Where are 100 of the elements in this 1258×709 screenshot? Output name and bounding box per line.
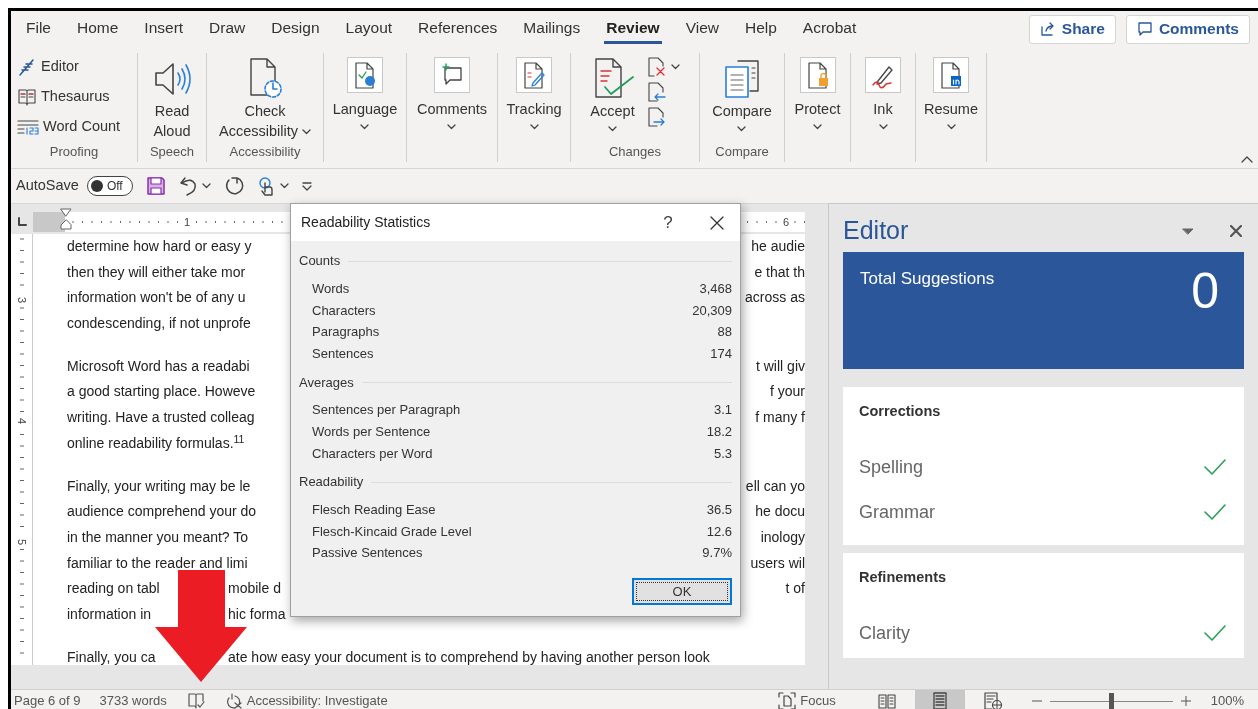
- suggestions-card[interactable]: Total Suggestions 0: [843, 252, 1244, 369]
- category-label: Grammar: [859, 500, 935, 524]
- document-text: across as: [745, 288, 805, 308]
- ribbon-button[interactable]: Thesaurus: [17, 84, 137, 109]
- document-text: ate how easy your document is to comprehend by having another person look: [228, 647, 710, 665]
- collapse-ribbon-button[interactable]: [1240, 154, 1254, 164]
- focus-button[interactable]: Focus: [778, 691, 836, 709]
- chevron-up-icon: [1241, 155, 1253, 163]
- toolbar-button[interactable]: [300, 180, 313, 192]
- word-count[interactable]: 3733 words: [99, 691, 167, 709]
- speech-bubble-icon: [1136, 21, 1153, 37]
- ribbon-tab[interactable]: Acrobat: [800, 14, 859, 44]
- ribbon-button[interactable]: Protect: [794, 53, 841, 130]
- ribbon-button[interactable]: Tracking: [506, 53, 562, 130]
- autosave-label: AutoSave: [16, 176, 79, 196]
- ribbon-button[interactable]: Ink: [865, 53, 901, 130]
- ribbon-tab[interactable]: Home: [75, 14, 121, 44]
- toolbar-button[interactable]: [256, 175, 289, 197]
- ribbon-button[interactable]: Compare: [712, 53, 772, 132]
- view-button[interactable]: [914, 689, 965, 709]
- category-row[interactable]: Spelling: [859, 444, 1228, 490]
- ribbon-button[interactable]: Resume: [924, 53, 978, 130]
- tab-stop-icon: [17, 217, 27, 227]
- document-text: audience comprehend your do: [67, 502, 257, 522]
- category-row[interactable]: Clarity: [859, 610, 1228, 656]
- ribbon-tab[interactable]: File: [24, 14, 53, 44]
- ribbon-button[interactable]: Read Aloud: [138, 53, 206, 141]
- ribbon-tab[interactable]: References: [416, 14, 500, 44]
- slider-thumb[interactable]: [1109, 693, 1115, 709]
- stat-value: 12.6: [706, 522, 732, 541]
- comments-button[interactable]: Comments: [1125, 14, 1250, 44]
- group-label: Accessibility: [228, 143, 302, 161]
- ribbon-button[interactable]: Check Accessibility: [209, 53, 321, 141]
- document-text: f many f: [755, 408, 805, 428]
- quill-pen-icon: [17, 56, 37, 77]
- stat-label: Words per Sentence: [312, 423, 431, 441]
- ribbon-tab[interactable]: Layout: [343, 14, 395, 44]
- zoom-in-button[interactable]: [1180, 695, 1193, 707]
- stat-label: Flesch Reading Ease: [312, 501, 436, 520]
- ok-button[interactable]: OK: [632, 577, 732, 605]
- ribbon-button[interactable]: Word Count: [17, 114, 137, 139]
- document-text: Finally, your writing may be le: [67, 476, 251, 496]
- ribbon-tab[interactable]: Insert: [142, 14, 186, 44]
- list-lines-icon: [17, 117, 39, 136]
- ribbon-tab[interactable]: View: [683, 14, 721, 44]
- ribbon-tab[interactable]: Mailings: [521, 14, 583, 44]
- document-text: information won't be of any u: [67, 288, 246, 308]
- toolbar-button[interactable]: [144, 175, 167, 197]
- document-text: Microsoft Word has a readabi: [67, 356, 250, 376]
- caret-icon: [201, 183, 211, 189]
- accessibility-icon: [224, 693, 243, 709]
- group-label: Compare: [714, 143, 770, 161]
- share-button[interactable]: Share: [1028, 14, 1116, 44]
- group-label: Speech: [148, 143, 196, 161]
- suggestions-count: 0: [1191, 266, 1220, 316]
- web-page-icon: [982, 692, 1003, 709]
- document-text: in the manner you meant? To: [67, 527, 249, 547]
- stat-value: 36.5: [706, 501, 732, 520]
- caret-icon: [279, 183, 289, 189]
- ribbon-tab[interactable]: Design: [269, 14, 322, 44]
- section-heading: Averages: [299, 373, 354, 392]
- zoom-level[interactable]: 100%: [1210, 691, 1244, 709]
- ribbon-button[interactable]: Comments: [416, 53, 488, 130]
- accessibility-button[interactable]: Accessibility: Investigate: [224, 691, 388, 709]
- close-icon: [1230, 225, 1242, 237]
- ribbon-button[interactable]: Accept: [590, 53, 635, 132]
- ruler-margin: [33, 212, 65, 232]
- document-text: Finally, you ca: [67, 647, 156, 665]
- stat-label: Characters per Word: [312, 444, 433, 463]
- focus-icon: [778, 692, 797, 709]
- ruler-number: 5: [16, 536, 28, 548]
- document-text: a good starting place. Howeve: [67, 382, 256, 402]
- document-text: mobile d: [228, 579, 281, 599]
- category-row[interactable]: Grammar: [859, 489, 1228, 535]
- autosave-toggle[interactable]: Off: [86, 176, 133, 196]
- document-text: ell can yo: [745, 476, 805, 496]
- plus-icon: [1180, 696, 1191, 706]
- document-text: t of: [785, 579, 805, 599]
- pane-options-button[interactable]: [1182, 226, 1196, 236]
- help-button[interactable]: ?: [650, 207, 686, 238]
- toolbar-button[interactable]: [178, 175, 211, 197]
- ribbon-tab[interactable]: Draw: [207, 14, 248, 44]
- stat-label: Flesch-Kincaid Grade Level: [312, 522, 472, 541]
- ribbon-tab[interactable]: Help: [742, 14, 779, 44]
- customize-icon: [300, 180, 313, 192]
- caret-icon: [670, 63, 680, 70]
- ribbon-button[interactable]: Language: [332, 53, 398, 130]
- zoom-slider[interactable]: [1049, 693, 1173, 709]
- document-text: hic forma: [228, 604, 286, 624]
- close-button[interactable]: [1230, 224, 1244, 238]
- proofing-book-icon: [186, 692, 205, 709]
- ribbon-button[interactable]: Editor: [17, 54, 137, 79]
- document-text: information in: [67, 604, 152, 624]
- document-text: he docu: [755, 502, 805, 522]
- book-icon: [17, 86, 37, 107]
- stat-label: Words: [312, 280, 350, 299]
- page-indicator[interactable]: Page 6 of 9: [14, 691, 81, 709]
- book-check-icon[interactable]: [186, 692, 205, 709]
- ribbon-tab[interactable]: Review: [604, 14, 662, 44]
- section-heading: Counts: [299, 252, 341, 271]
